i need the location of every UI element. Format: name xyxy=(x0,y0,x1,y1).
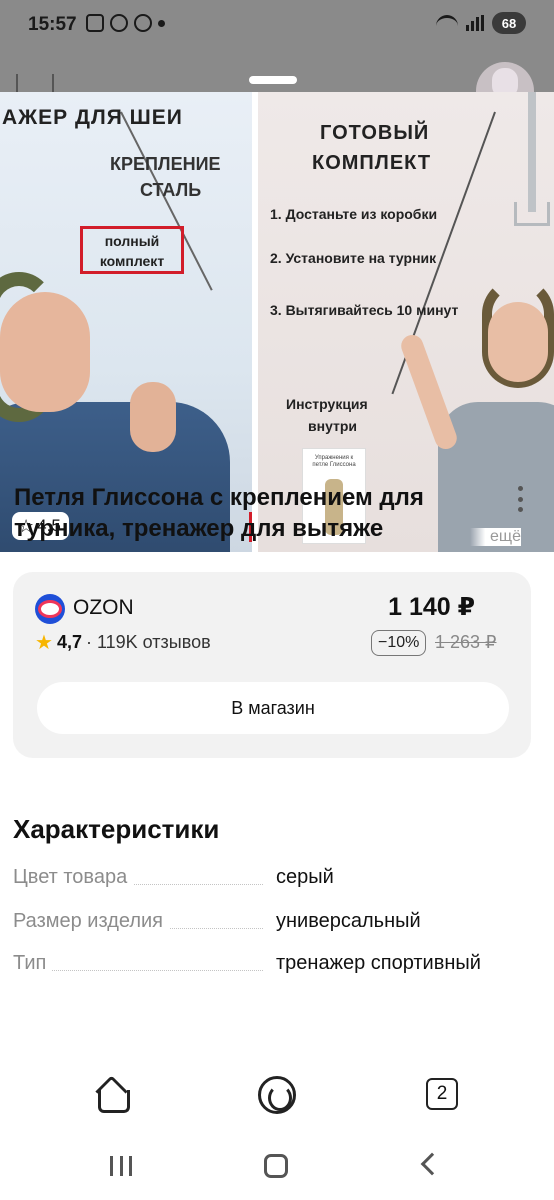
spec-key: Тип xyxy=(13,952,53,975)
image-step: 1. Достаньте из коробки xyxy=(270,206,438,222)
spec-row: Размер изделия универсальный xyxy=(13,910,533,940)
system-home-icon[interactable] xyxy=(264,1154,288,1178)
old-price: 1 263 ₽ xyxy=(435,632,497,652)
specs-title: Характеристики xyxy=(13,814,220,844)
shop-rating-value: 4,7 xyxy=(56,632,82,652)
alice-icon[interactable] xyxy=(258,1076,296,1114)
image-text: КРЕПЛЕНИЕ xyxy=(110,154,221,174)
image-heading: АЖЕР ДЛЯ ШЕИ xyxy=(2,106,183,129)
shop-reviews: · 119K отзывов xyxy=(85,632,211,652)
search-notification-icon xyxy=(110,14,128,32)
go-to-shop-button[interactable]: В магазин xyxy=(37,682,509,734)
status-bar: 15:57 68 xyxy=(0,0,554,54)
image-instruction: Инструкция xyxy=(286,396,368,412)
product-title-block: Петля Глиссона с креплением для турника,… xyxy=(14,482,500,544)
more-link[interactable]: ещё xyxy=(470,528,521,546)
wifi-icon xyxy=(436,15,458,31)
tabs-icon[interactable]: 2 xyxy=(426,1078,458,1110)
image-text: СТАЛЬ xyxy=(140,180,202,200)
spec-value: тренажер спортивный xyxy=(276,952,481,974)
notification-icons xyxy=(86,14,165,32)
image-step: 2. Установите на турник xyxy=(270,250,437,266)
image-boxed-text: полный комплект xyxy=(80,226,184,274)
shop-rating: ★ 4,7 · 119K отзывов xyxy=(35,630,211,655)
product-title: Петля Глиссона с креплением для турника,… xyxy=(14,484,424,542)
more-notifications-icon xyxy=(158,19,165,27)
image-title: ГОТОВЫЙ xyxy=(320,122,430,144)
whatsapp-icon xyxy=(134,14,152,32)
status-time: 15:57 xyxy=(28,14,77,35)
screenshot-icon xyxy=(86,14,104,32)
spec-row: Тип тренажер спортивный xyxy=(13,952,533,982)
system-navigation xyxy=(0,1134,554,1200)
boxed-line: комплект xyxy=(99,253,165,269)
battery-icon: 68 xyxy=(492,12,526,34)
recent-apps-icon[interactable] xyxy=(110,1156,132,1176)
spec-key: Цвет товара xyxy=(13,866,134,889)
spec-key: Размер изделия xyxy=(13,910,169,933)
signal-icon xyxy=(466,15,484,31)
sheet-drag-handle[interactable] xyxy=(249,76,297,84)
traction-device xyxy=(508,92,554,232)
shop-name[interactable]: OZON xyxy=(73,596,134,620)
image-title: КОМПЛЕКТ xyxy=(312,152,432,174)
booklet-text: Упражнения к петле Глиссона xyxy=(312,455,356,468)
bottom-navigation: 2 xyxy=(0,1064,554,1134)
spec-value: серый xyxy=(276,866,334,888)
home-icon[interactable] xyxy=(94,1078,130,1113)
offer-card: OZON ★ 4,7 · 119K отзывов 1 140 ₽ −10% 1… xyxy=(13,572,531,758)
star-icon: ★ xyxy=(35,632,53,654)
image-step: 3. Вытягивайтесь 10 минут xyxy=(270,302,459,318)
image-instruction: внутри xyxy=(308,418,358,434)
spec-value: универсальный xyxy=(276,910,421,932)
status-indicators: 68 xyxy=(436,12,526,34)
more-vertical-icon[interactable] xyxy=(512,486,528,512)
spec-row: Цвет товара серый xyxy=(13,866,533,896)
ozon-logo-icon xyxy=(35,594,65,624)
back-icon[interactable] xyxy=(420,1152,444,1176)
discount-badge: −10% xyxy=(371,630,427,656)
price: 1 140 ₽ xyxy=(388,593,475,621)
boxed-line: полный xyxy=(104,233,160,249)
